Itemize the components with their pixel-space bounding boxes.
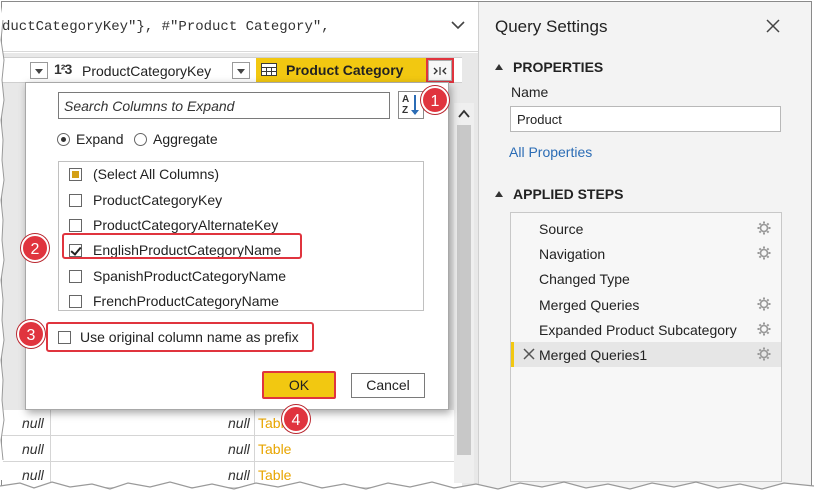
cell-table-link[interactable]: Table xyxy=(258,467,291,483)
section-label: APPLIED STEPS xyxy=(513,186,624,202)
cell-null: null xyxy=(22,467,44,483)
formula-bar[interactable]: ductCategoryKey"}, #"Product Category", xyxy=(2,2,478,52)
app-window: ductCategoryKey"}, #"Product Category", … xyxy=(1,1,812,495)
sort-button[interactable]: A Z xyxy=(398,91,424,119)
step-navigation[interactable]: Navigation xyxy=(511,241,781,266)
column-item-spanishproductcategoryname[interactable]: SpanishProductCategoryName xyxy=(69,266,389,288)
column-filter-dropdown[interactable] xyxy=(30,62,48,79)
cell-table-link[interactable]: Table xyxy=(258,441,291,457)
all-properties-link[interactable]: All Properties xyxy=(509,144,592,160)
number-type-icon[interactable]: 1²3 xyxy=(54,61,72,77)
gear-icon[interactable] xyxy=(757,297,771,311)
step-label: Expanded Product Subcategory xyxy=(539,322,737,338)
query-name-input[interactable] xyxy=(510,106,781,132)
expand-columns-dialog: A Z Expand Aggregate (Select All Columns… xyxy=(25,82,449,410)
expand-arrows-icon xyxy=(433,67,447,75)
step-marker-2: 2 xyxy=(21,234,49,262)
step-marker-4: 4 xyxy=(282,405,310,433)
checkbox[interactable] xyxy=(69,168,82,181)
scroll-thumb[interactable] xyxy=(457,125,471,455)
prefix-checkbox[interactable] xyxy=(58,331,71,344)
step-marker-1: 1 xyxy=(421,86,449,114)
column-item-productcategorykey[interactable]: ProductCategoryKey xyxy=(69,190,389,212)
gear-icon[interactable] xyxy=(757,221,771,235)
cancel-button[interactable]: Cancel xyxy=(351,373,425,398)
close-icon[interactable] xyxy=(765,18,781,34)
checkbox[interactable] xyxy=(69,194,82,207)
table-row: null null Table xyxy=(2,436,462,462)
step-label: Merged Queries xyxy=(539,297,640,313)
scroll-up-icon[interactable] xyxy=(458,109,470,119)
step-label: Merged Queries1 xyxy=(539,347,648,363)
column-item-label: FrenchProductCategoryName xyxy=(93,293,279,309)
sort-arrow-icon xyxy=(411,95,419,115)
column-header-row: 1²3 ProductCategoryKey Product Category xyxy=(2,57,462,83)
column-filter-dropdown[interactable] xyxy=(232,62,250,79)
radio-aggregate[interactable]: Aggregate xyxy=(134,131,234,149)
radio-aggregate-label: Aggregate xyxy=(153,131,218,147)
column-item-select-all[interactable]: (Select All Columns) xyxy=(69,164,389,186)
chevron-down-icon[interactable] xyxy=(450,17,466,33)
ok-button[interactable]: OK xyxy=(262,371,336,399)
gear-icon[interactable] xyxy=(757,347,771,361)
column-item-frenchproductcategoryname[interactable]: FrenchProductCategoryName xyxy=(69,291,389,313)
section-label: PROPERTIES xyxy=(513,59,604,75)
pane-title: Query Settings xyxy=(495,17,608,36)
column-item-label: ProductCategoryAlternateKey xyxy=(93,217,279,233)
cell-null: null xyxy=(228,415,250,431)
cell-null: null xyxy=(228,441,250,457)
radio-expand-label: Expand xyxy=(76,131,124,147)
step-expanded-product-subcategory[interactable]: Expanded Product Subcategory xyxy=(511,317,781,342)
cell-null: null xyxy=(22,441,44,457)
radio-expand[interactable]: Expand xyxy=(57,131,137,149)
name-label: Name xyxy=(511,84,549,100)
search-columns-input[interactable] xyxy=(58,92,390,119)
applied-steps-section-header[interactable]: APPLIED STEPS xyxy=(495,186,623,202)
applied-steps-list: Source Navigation Changed Type Merged Qu… xyxy=(510,212,782,482)
column-header-product-category[interactable]: Product Category xyxy=(256,58,426,82)
step-changed-type[interactable]: Changed Type xyxy=(511,266,781,291)
step-label: Navigation xyxy=(539,246,606,262)
checkbox[interactable] xyxy=(69,295,82,308)
step-marker-3: 3 xyxy=(17,320,45,348)
gear-icon[interactable] xyxy=(757,322,771,336)
step-source[interactable]: Source xyxy=(511,216,781,241)
expand-column-button[interactable] xyxy=(426,58,454,83)
radio-button[interactable] xyxy=(134,133,147,146)
delete-step-icon[interactable] xyxy=(522,347,536,361)
checkbox[interactable] xyxy=(69,219,82,232)
properties-section-header[interactable]: PROPERTIES xyxy=(495,59,603,75)
cell-null: null xyxy=(22,415,44,431)
gear-icon[interactable] xyxy=(757,246,771,260)
collapse-triangle-icon[interactable] xyxy=(495,64,503,70)
formula-text[interactable]: ductCategoryKey"}, #"Product Category", xyxy=(2,19,330,35)
cell-null: null xyxy=(228,467,250,483)
query-settings-pane: Query Settings PROPERTIES Name All Prope… xyxy=(478,2,811,494)
column-item-label: (Select All Columns) xyxy=(93,166,220,182)
step-merged-queries[interactable]: Merged Queries xyxy=(511,292,781,317)
step-label: Source xyxy=(539,221,584,237)
step-merged-queries1[interactable]: Merged Queries1 xyxy=(511,342,781,367)
table-row: null null Table xyxy=(2,462,462,488)
table-icon xyxy=(261,63,277,76)
table-row: null null Table xyxy=(2,410,462,436)
step-label: Changed Type xyxy=(539,271,630,287)
checkbox[interactable] xyxy=(69,270,82,283)
column-item-label: SpanishProductCategoryName xyxy=(93,268,286,284)
radio-button[interactable] xyxy=(57,133,70,146)
collapse-triangle-icon[interactable] xyxy=(495,191,503,197)
column-item-label: ProductCategoryKey xyxy=(93,192,223,208)
vertical-scrollbar[interactable] xyxy=(454,103,474,483)
prefix-label: Use original column name as prefix xyxy=(80,329,299,345)
prefix-option[interactable]: Use original column name as prefix xyxy=(46,322,314,352)
column-header-productcategorykey[interactable]: ProductCategoryKey xyxy=(82,63,211,79)
column-header-label: Product Category xyxy=(286,62,404,78)
callout-highlight-box xyxy=(62,233,302,259)
